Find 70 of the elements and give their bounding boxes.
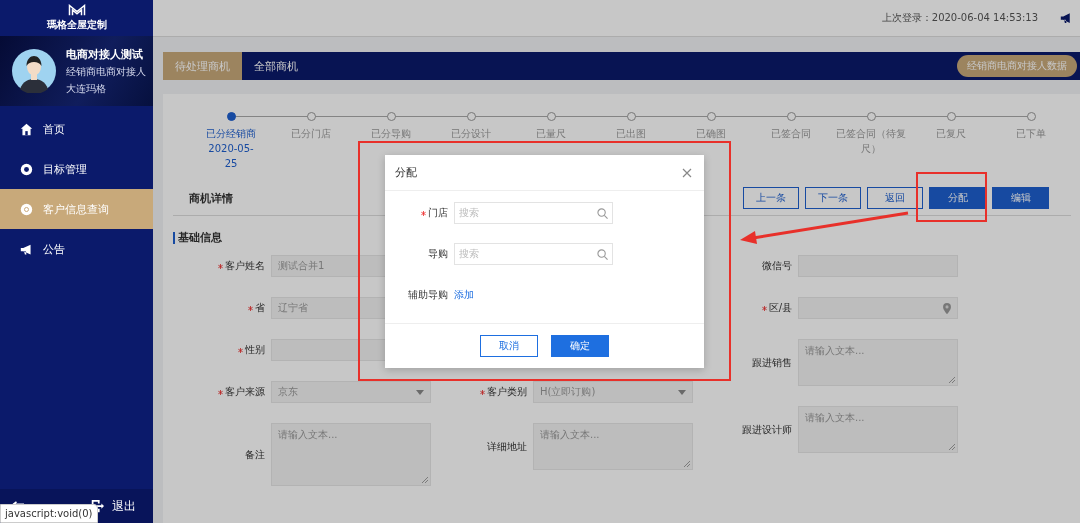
field-label: 客户来源 [225, 385, 265, 399]
text-area[interactable]: 请输入文本... [798, 406, 958, 453]
home-icon [20, 122, 33, 136]
nav-item[interactable]: 目标管理 [0, 149, 153, 189]
action-button[interactable]: 下一条 [805, 187, 861, 209]
text-area[interactable]: 请输入文本... [271, 423, 431, 486]
field-label: 性别 [245, 343, 265, 357]
step-label: 已复尺 [935, 127, 967, 141]
field-label: 导购 [428, 247, 448, 261]
text-area[interactable]: 请输入文本... [533, 423, 693, 470]
step-label: 已分门店 [290, 127, 332, 141]
brand-name: 瑪格全屋定制 [46, 18, 107, 32]
search-icon [597, 248, 608, 260]
caret-icon [678, 389, 686, 395]
highlight-frame [916, 172, 987, 222]
step-date: 2020-05-25 [207, 142, 255, 171]
text-area[interactable]: 请输入文本... [798, 339, 958, 386]
confirm-button[interactable]: 确定 [551, 335, 609, 357]
field-label: 区/县 [768, 301, 792, 315]
location-pin-icon [943, 302, 951, 314]
resize-handle-icon [949, 377, 955, 383]
tab[interactable]: 全部商机 [242, 52, 310, 80]
field-label: 客户姓名 [225, 259, 265, 273]
last-login: 上次登录：2020-06-04 14:53:13 [881, 11, 1038, 25]
step-label: 已出图 [615, 127, 647, 141]
dialog-title: 分配 [395, 165, 417, 180]
field-label: 客户类别 [487, 385, 527, 399]
field-label: 详细地址 [487, 439, 527, 454]
step-label: 已分设计 [450, 127, 492, 141]
step-label: 已分导购 [370, 127, 412, 141]
resize-handle-icon [422, 477, 428, 483]
resize-handle-icon [684, 461, 690, 467]
step-label: 已量尺 [535, 127, 567, 141]
dropdown[interactable]: H(立即订购) [533, 381, 693, 403]
input-field[interactable] [798, 297, 958, 319]
step-label: 已确图 [695, 127, 727, 141]
logo-icon [67, 4, 86, 16]
user-role: 经销商电商对接人 [66, 64, 146, 79]
resize-handle-icon [949, 444, 955, 450]
close-icon[interactable] [682, 167, 692, 178]
search-icon [597, 207, 608, 219]
step-label: 已下单 [1015, 127, 1047, 141]
action-button[interactable]: 编辑 [992, 187, 1049, 209]
field-label: 跟进设计师 [742, 422, 792, 437]
step-label: 已签合同（待复尺） [835, 127, 907, 156]
action-button[interactable]: 返回 [867, 187, 923, 209]
field-label: 备注 [245, 447, 265, 462]
nav-item[interactable]: 公告 [0, 229, 153, 269]
section-heading: 基础信息 [178, 230, 222, 245]
megaphone-icon[interactable] [1060, 12, 1073, 24]
cancel-button[interactable]: 取消 [480, 335, 538, 357]
field-label: 省 [255, 301, 265, 315]
nav-item[interactable]: 首页 [0, 109, 153, 149]
target-icon [20, 162, 33, 176]
action-button[interactable]: 分配 [929, 187, 986, 209]
avatar [12, 49, 56, 93]
step-label: 已分经销商 [205, 127, 257, 141]
caret-icon [416, 389, 424, 395]
field-label: 跟进销售 [752, 355, 792, 370]
action-button[interactable]: 上一条 [743, 187, 799, 209]
company-name: 大连玛格 [66, 81, 107, 96]
field-label: 微信号 [762, 259, 792, 273]
field-label: 门店 [428, 206, 448, 220]
megaphone-icon [20, 242, 33, 256]
step-label: 已签合同 [770, 127, 812, 141]
status-tooltip: javascript:void(0) [0, 504, 98, 523]
user-name: 电商对接人测试 [66, 46, 144, 62]
section-title: 商机详情 [189, 190, 233, 206]
add-link[interactable]: 添加 [454, 288, 474, 302]
coin-icon [20, 202, 33, 216]
